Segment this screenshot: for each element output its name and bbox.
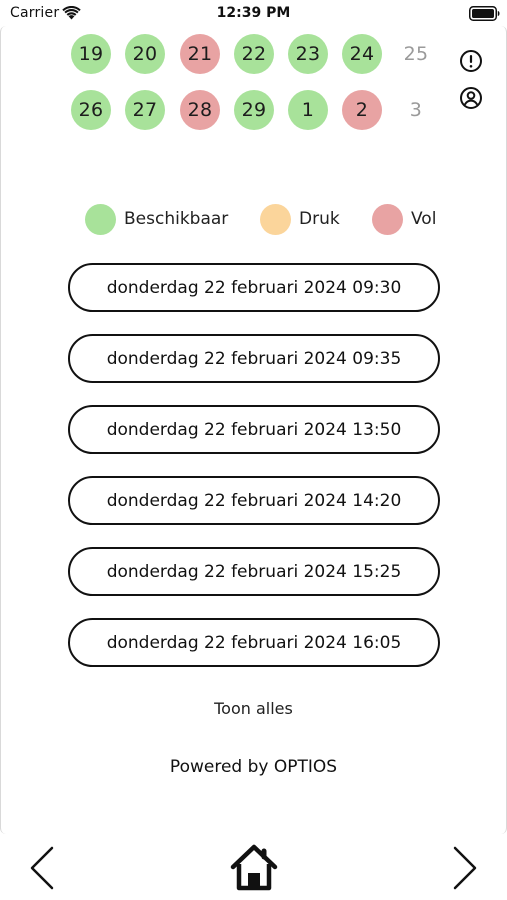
legend-item-busy: Druk: [260, 203, 340, 235]
calendar-day[interactable]: 19: [71, 34, 111, 74]
time-slot-button[interactable]: donderdag 22 februari 2024 15:25: [68, 547, 440, 596]
calendar-day[interactable]: 27: [125, 90, 165, 130]
time-slot-button[interactable]: donderdag 22 februari 2024 09:35: [68, 334, 440, 383]
time-slot-button[interactable]: donderdag 22 februari 2024 16:05: [68, 618, 440, 667]
calendar-day: 25: [403, 43, 429, 65]
account-icon[interactable]: [459, 86, 483, 110]
calendar-day[interactable]: 26: [71, 90, 111, 130]
calendar-day[interactable]: 28: [180, 90, 220, 130]
calendar-day[interactable]: 29: [234, 90, 274, 130]
calendar-day[interactable]: 20: [125, 34, 165, 74]
back-icon[interactable]: [28, 846, 56, 890]
legend-label: Vol: [411, 209, 437, 229]
legend-dot-busy: [260, 203, 291, 235]
legend-dot-available: [85, 203, 116, 235]
legend-dot-full: [372, 203, 403, 235]
time-slot-button[interactable]: donderdag 22 februari 2024 13:50: [68, 405, 440, 454]
time-slot-list: donderdag 22 februari 2024 09:30 donderd…: [68, 263, 440, 689]
legend: Beschikbaar Druk Vol: [0, 203, 507, 235]
legend-item-available: Beschikbaar: [85, 203, 228, 235]
calendar: 19 20 21 22 23 24 25 26 27 28 29 1 2 3: [0, 0, 507, 140]
legend-label: Beschikbaar: [124, 209, 229, 229]
home-icon[interactable]: [229, 843, 279, 891]
powered-by-label: Powered by OPTIOS: [169, 757, 338, 777]
calendar-day[interactable]: 23: [288, 34, 328, 74]
forward-icon[interactable]: [451, 846, 479, 890]
legend-item-full: Vol: [372, 203, 436, 235]
calendar-day: 3: [409, 99, 423, 121]
time-slot-button[interactable]: donderdag 22 februari 2024 09:30: [68, 263, 440, 312]
bottom-nav: [0, 836, 507, 900]
show-all-link[interactable]: Toon alles: [0, 699, 507, 718]
info-icon[interactable]: [459, 49, 483, 73]
calendar-day[interactable]: 2: [342, 90, 382, 130]
legend-label: Druk: [299, 209, 340, 229]
calendar-day[interactable]: 1: [288, 90, 328, 130]
calendar-day[interactable]: 21: [180, 34, 220, 74]
calendar-day[interactable]: 24: [342, 34, 382, 74]
calendar-day[interactable]: 22: [234, 34, 274, 74]
time-slot-button[interactable]: donderdag 22 februari 2024 14:20: [68, 476, 440, 525]
